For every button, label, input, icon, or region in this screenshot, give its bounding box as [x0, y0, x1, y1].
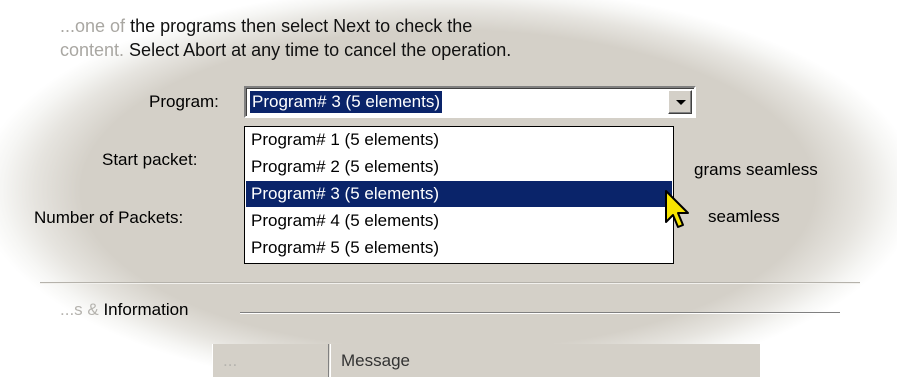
instructions-line2: Select Abort at any time to cancel the o…	[124, 40, 512, 60]
seamless-option-2-label: seamless	[708, 207, 780, 226]
program-option[interactable]: Program# 1 (5 elements)	[246, 127, 672, 153]
program-option-selected[interactable]: Program# 3 (5 elements)	[246, 181, 672, 207]
mouse-pointer-icon	[665, 190, 689, 228]
program-option[interactable]: Program# 4 (5 elements)	[246, 208, 672, 234]
instructions-line1-faded: ...one of	[60, 16, 126, 36]
program-dropdown-list[interactable]: Program# 1 (5 elements) Program# 2 (5 el…	[244, 126, 674, 264]
column-header-faded[interactable]: ...	[212, 344, 328, 377]
instructions-text: ...one of the programs then select Next …	[60, 14, 700, 62]
combobox-dropdown-button[interactable]	[668, 90, 692, 114]
status-information-group-title: ...s & Information	[60, 300, 189, 320]
group-title-faded: ...s &	[60, 300, 99, 319]
program-label: Program:	[149, 92, 219, 111]
section-divider	[40, 282, 860, 284]
program-option[interactable]: Program# 5 (5 elements)	[246, 235, 672, 261]
program-combobox-value: Program# 3 (5 elements)	[250, 91, 443, 113]
instructions-line2-faded: content.	[60, 40, 125, 60]
column-header-message[interactable]: Message	[330, 344, 760, 377]
instructions-line1: the programs then select Next to check t…	[125, 16, 473, 36]
seamless-option-1-label: grams seamless	[694, 160, 818, 179]
group-title-text: Information	[98, 300, 189, 319]
program-combobox[interactable]: Program# 3 (5 elements)	[244, 86, 696, 118]
group-box-border	[240, 312, 840, 314]
start-packet-label: Start packet:	[102, 150, 198, 169]
chevron-down-icon	[676, 100, 686, 105]
number-of-packets-label: Number of Packets:	[34, 208, 184, 227]
program-option[interactable]: Program# 2 (5 elements)	[246, 154, 672, 180]
